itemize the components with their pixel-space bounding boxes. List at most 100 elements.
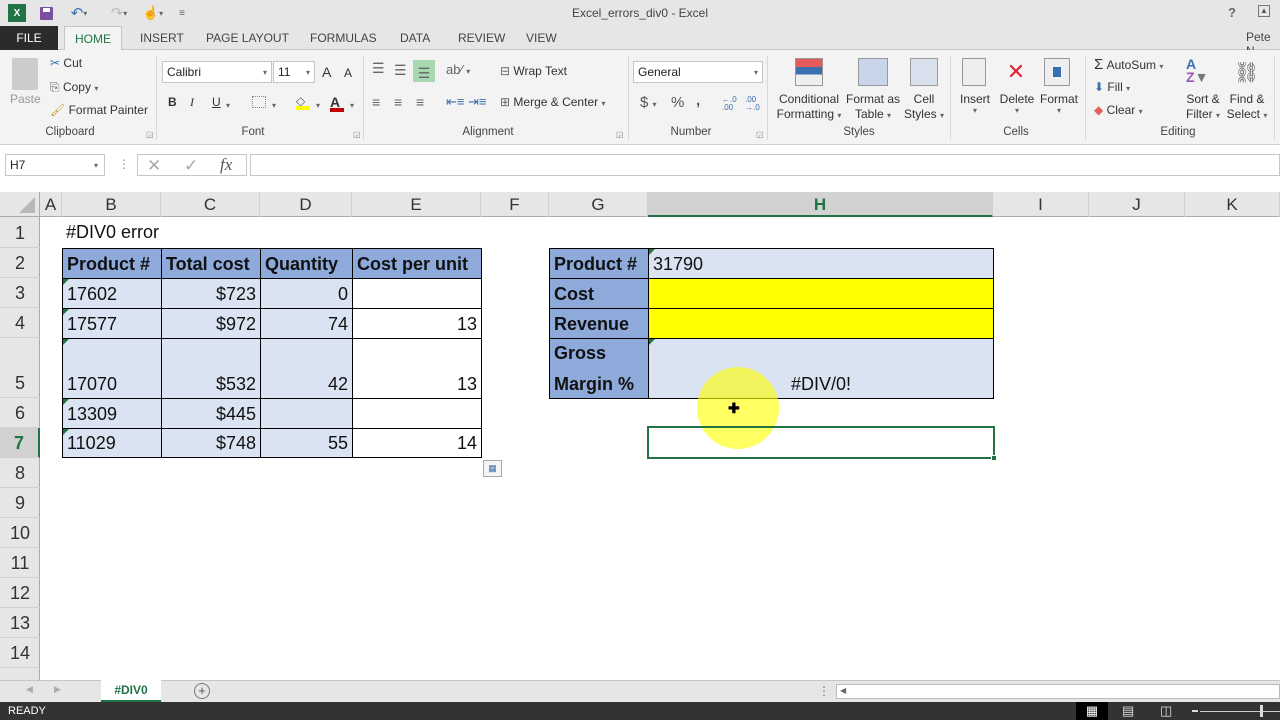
column-header-b[interactable]: B xyxy=(62,192,161,217)
format-as-table-button[interactable]: Format as Table ▾ xyxy=(842,92,904,123)
tab-review[interactable]: REVIEW xyxy=(448,26,515,50)
page-layout-view-icon[interactable]: ▤ xyxy=(1122,702,1134,720)
table-cell[interactable]: $972 xyxy=(161,308,261,339)
zoom-out-icon[interactable] xyxy=(1192,710,1198,712)
table2-label-gross-margin[interactable]: Gross Margin % xyxy=(549,338,649,399)
row-header-6[interactable]: 6 xyxy=(0,398,40,428)
normal-view-icon[interactable]: ▦ xyxy=(1076,702,1108,720)
formula-bar-grip[interactable]: ⋮ xyxy=(118,157,130,171)
table1-header-cost-per-unit[interactable]: Cost per unit xyxy=(352,248,482,279)
table-cell[interactable]: 17070 xyxy=(62,338,162,399)
table-cell[interactable]: $445 xyxy=(161,398,261,429)
formula-input[interactable] xyxy=(250,154,1280,176)
font-size-select[interactable]: 11 ▾ xyxy=(273,61,315,83)
fill-color-dropdown[interactable]: ▾ xyxy=(316,97,320,111)
row-header-1[interactable]: 1 xyxy=(0,217,40,248)
table-cell[interactable]: 17602 xyxy=(62,278,162,309)
table-cell[interactable]: 13 xyxy=(352,338,482,399)
table-cell[interactable]: 17577 xyxy=(62,308,162,339)
fill-button[interactable]: ⬇ Fill ▾ xyxy=(1094,80,1130,94)
dialog-launcher-icon[interactable]: ◲ xyxy=(353,130,361,139)
table-cell[interactable]: 42 xyxy=(260,338,353,399)
font-color-button[interactable]: A xyxy=(330,94,346,112)
table-cell[interactable]: 13 xyxy=(352,308,482,339)
sort-filter-button[interactable]: Sort & Filter ▾ xyxy=(1182,92,1224,123)
column-header-k[interactable]: K xyxy=(1185,192,1280,217)
font-name-select[interactable]: Calibri ▾ xyxy=(162,61,272,83)
column-header-c[interactable]: C xyxy=(161,192,260,217)
row-header-4[interactable]: 4 xyxy=(0,308,40,338)
fill-handle[interactable] xyxy=(991,455,997,461)
tab-home[interactable]: HOME xyxy=(64,26,122,51)
sheet-tab-div0[interactable]: #DIV0 xyxy=(101,680,161,702)
tab-view[interactable]: VIEW xyxy=(516,26,567,50)
table-cell[interactable] xyxy=(352,278,482,309)
paste-button[interactable]: Paste xyxy=(10,92,41,106)
align-top-icon[interactable]: ☰ xyxy=(372,60,385,77)
decrease-indent-icon[interactable]: ⇤≡ xyxy=(446,94,464,110)
table2-label-product[interactable]: Product # xyxy=(549,248,649,279)
table2-label-cost[interactable]: Cost xyxy=(549,278,649,309)
shrink-font-button[interactable]: A xyxy=(344,66,352,80)
tab-split-grip[interactable]: ⋮ xyxy=(818,684,830,698)
cut-button[interactable]: ✂ Cut xyxy=(50,56,82,70)
name-box[interactable]: H7 ▾ xyxy=(5,154,105,176)
sheet-scroll-right-icon[interactable]: ▶ xyxy=(54,684,61,695)
row-header-12[interactable]: 12 xyxy=(0,578,40,608)
table-cell[interactable]: $532 xyxy=(161,338,261,399)
tab-page-layout[interactable]: PAGE LAYOUT xyxy=(196,26,299,50)
underline-button[interactable]: U xyxy=(212,95,221,109)
table-cell[interactable] xyxy=(260,398,353,429)
delete-button[interactable]: Delete ▾ xyxy=(998,92,1036,115)
copy-button[interactable]: ⎘ Copy ▾ xyxy=(50,80,98,95)
clear-button[interactable]: ◆ Clear ▾ xyxy=(1094,103,1143,117)
enter-icon[interactable]: ✓ xyxy=(184,156,198,176)
italic-button[interactable]: I xyxy=(190,95,194,110)
table1-header-total-cost[interactable]: Total cost xyxy=(161,248,261,279)
table-cell[interactable]: $723 xyxy=(161,278,261,309)
align-bottom-icon[interactable]: ☰ xyxy=(413,60,435,82)
increase-decimal-button[interactable]: ←.0 .00 xyxy=(722,96,740,112)
table-cell[interactable]: 13309 xyxy=(62,398,162,429)
table1-header-product[interactable]: Product # xyxy=(62,248,162,279)
wrap-text-button[interactable]: ⊟ Wrap Text xyxy=(500,64,567,78)
table-cell[interactable]: 55 xyxy=(260,428,353,458)
scroll-left-icon[interactable]: ◀ xyxy=(840,686,846,695)
bold-button[interactable]: B xyxy=(168,95,177,109)
sheet-scroll-left-icon[interactable]: ◀ xyxy=(26,684,33,695)
row-header-10[interactable]: 10 xyxy=(0,518,40,548)
select-all-button[interactable] xyxy=(0,192,40,217)
row-header-13[interactable]: 13 xyxy=(0,608,40,638)
row-header-11[interactable]: 11 xyxy=(0,548,40,578)
tab-insert[interactable]: INSERT xyxy=(130,26,194,50)
align-middle-icon[interactable]: ☰ xyxy=(394,62,407,79)
table2-label-revenue[interactable]: Revenue xyxy=(549,308,649,339)
column-header-j[interactable]: J xyxy=(1089,192,1185,217)
active-cell-h7[interactable] xyxy=(647,426,997,461)
add-sheet-button[interactable]: + xyxy=(194,683,210,699)
fill-color-button[interactable]: ◇ xyxy=(296,94,312,110)
underline-dropdown[interactable]: ▾ xyxy=(226,97,230,111)
column-header-i[interactable]: I xyxy=(993,192,1089,217)
row-header-3[interactable]: 3 xyxy=(0,278,40,308)
ribbon-display-icon[interactable]: ▲ xyxy=(1258,5,1270,17)
cell-styles-button[interactable]: Cell Styles ▾ xyxy=(902,92,946,123)
tab-data[interactable]: DATA xyxy=(390,26,440,50)
help-icon[interactable]: ? xyxy=(1228,5,1236,20)
row-header-5[interactable]: 5 xyxy=(0,338,40,398)
table-cell[interactable]: $748 xyxy=(161,428,261,458)
paste-icon[interactable] xyxy=(12,58,38,90)
grow-font-button[interactable]: A xyxy=(322,64,331,80)
zoom-slider[interactable] xyxy=(1200,705,1280,717)
align-center-icon[interactable]: ≡ xyxy=(394,94,402,110)
autosum-button[interactable]: Σ AutoSum ▾ xyxy=(1094,56,1163,73)
tab-file[interactable]: FILE xyxy=(0,26,58,50)
align-right-icon[interactable]: ≡ xyxy=(416,94,424,110)
orientation-icon[interactable]: ab⁄ ▾ xyxy=(446,62,470,77)
column-header-a[interactable]: A xyxy=(40,192,62,217)
percent-button[interactable]: % xyxy=(671,94,684,111)
column-header-d[interactable]: D xyxy=(260,192,352,217)
row-header-14[interactable]: 14 xyxy=(0,638,40,668)
insert-button[interactable]: Insert ▾ xyxy=(958,92,992,115)
conditional-formatting-button[interactable]: Conditional Formatting ▾ xyxy=(776,92,842,123)
